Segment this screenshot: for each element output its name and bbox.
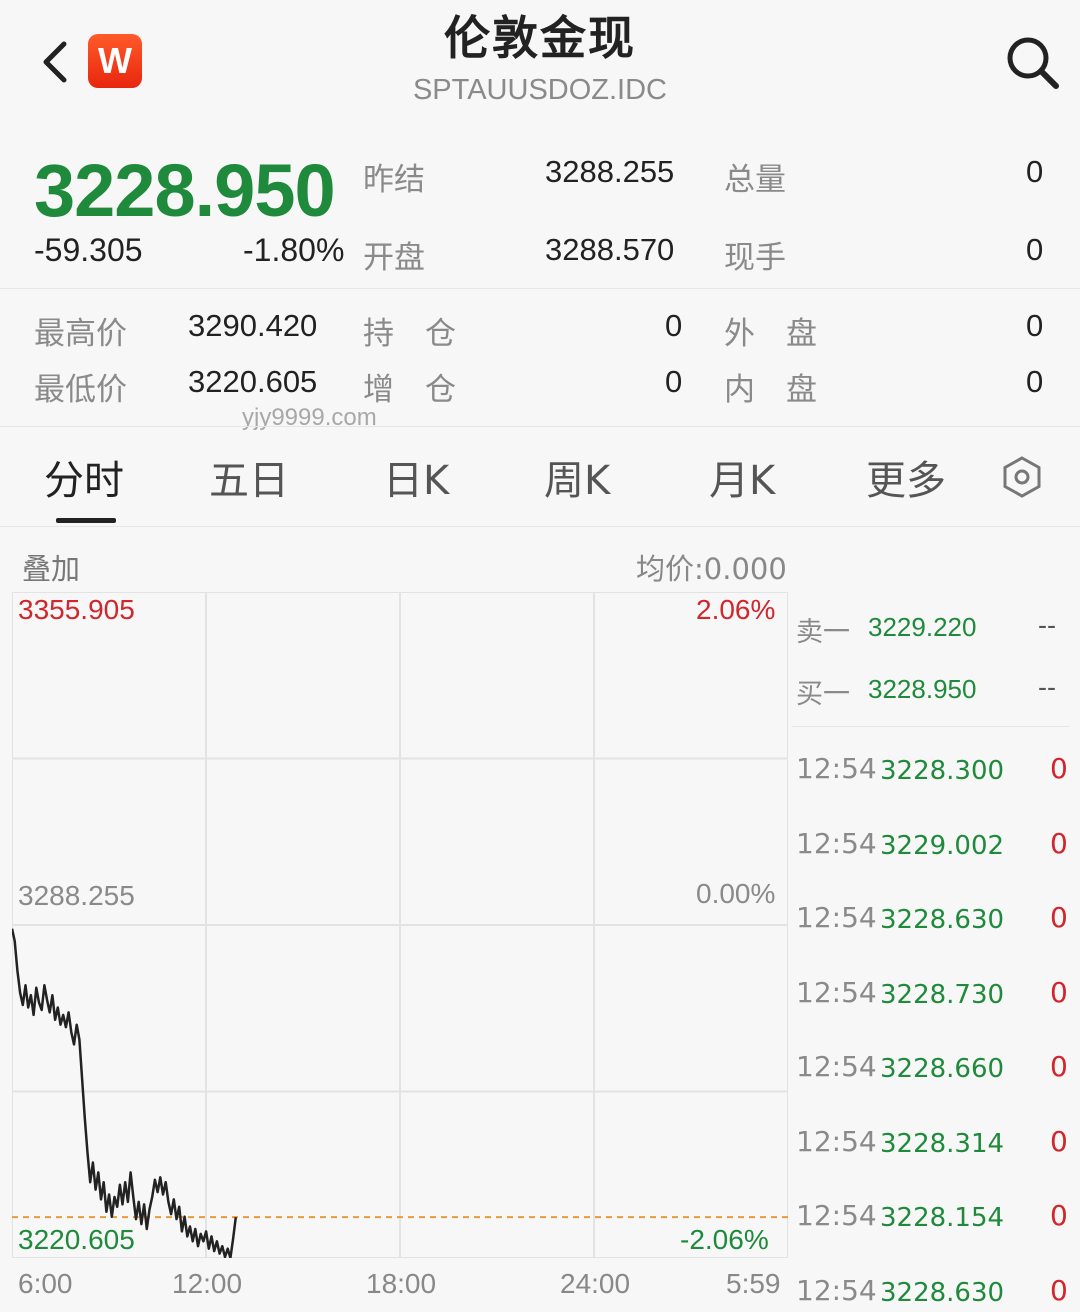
tick-time: 12:54 — [796, 752, 877, 785]
watermark: yjy9999.com — [242, 404, 377, 431]
pos-change-value: 0 — [665, 364, 683, 399]
bid-volume: -- — [1038, 672, 1056, 702]
tab-more[interactable]: 更多 — [866, 448, 946, 506]
low-label: 最低价 — [34, 372, 127, 408]
pct-mid-label: 0.00% — [696, 878, 776, 909]
app-header: W 伦敦金现 SPTAUUSDOZ.IDC — [0, 0, 1080, 130]
x-tick-0600: 6:00 — [18, 1268, 73, 1299]
active-tab-indicator — [56, 518, 116, 523]
tick-time: 12:54 — [796, 901, 877, 934]
x-tick-2400: 24:00 — [560, 1268, 631, 1299]
volume-label: 总量 — [724, 162, 786, 198]
bid-label: 买一 — [796, 679, 850, 709]
ask-price: 3229.220 — [868, 612, 977, 642]
tick-price: 3228.630 — [880, 1278, 1005, 1308]
ask-label: 卖一 — [796, 617, 850, 647]
tab-five-day[interactable]: 五日 — [209, 448, 289, 506]
tick-row: 12:54 3228.300 0 — [792, 740, 1072, 800]
volume-value: 0 — [1026, 154, 1044, 189]
tick-volume: 0 — [1050, 1125, 1068, 1158]
tick-price: 3228.630 — [880, 905, 1005, 935]
tick-price: 3228.300 — [880, 756, 1005, 786]
tick-time: 12:54 — [796, 1050, 877, 1083]
tick-row: 12:54 3228.154 0 — [792, 1187, 1072, 1247]
ask-volume: -- — [1038, 610, 1056, 640]
tick-price: 3229.002 — [880, 831, 1005, 861]
x-tick-1800: 18:00 — [366, 1268, 437, 1299]
pos-change-label: 增 仓 — [363, 372, 456, 408]
x-tick-1200: 12:00 — [172, 1268, 243, 1299]
pct-max-label: 2.06% — [696, 594, 776, 625]
outer-value: 0 — [1026, 308, 1044, 343]
tab-daily-k[interactable]: 日K — [383, 448, 449, 506]
tick-price: 3228.314 — [880, 1129, 1005, 1159]
position-value: 0 — [665, 308, 683, 343]
tick-volume: 0 — [1050, 1274, 1068, 1307]
summary-divider — [0, 288, 1080, 289]
tick-volume: 0 — [1050, 752, 1068, 785]
tick-row: 12:54 3228.730 0 — [792, 964, 1072, 1024]
outer-label: 外 盘 — [724, 316, 817, 352]
open-label: 开盘 — [363, 240, 425, 276]
high-value: 3290.420 — [188, 308, 318, 343]
tick-price: 3228.154 — [880, 1203, 1005, 1233]
tick-price: 3228.660 — [880, 1054, 1005, 1084]
tick-time: 12:54 — [796, 1199, 877, 1232]
tick-row: 12:54 3228.314 0 — [792, 1113, 1072, 1173]
inner-label: 内 盘 — [724, 372, 817, 408]
tabs-top-divider — [0, 426, 1080, 427]
tick-list[interactable]: 12:54 3228.300 0 12:54 3229.002 0 12:54 … — [792, 740, 1072, 1312]
tick-row: 12:54 3228.630 0 — [792, 889, 1072, 949]
tick-volume: 0 — [1050, 1050, 1068, 1083]
current-hand-value: 0 — [1026, 232, 1044, 267]
inner-value: 0 — [1026, 364, 1044, 399]
open-value: 3288.570 — [545, 232, 675, 267]
tick-volume: 0 — [1050, 976, 1068, 1009]
tick-time: 12:54 — [796, 827, 877, 860]
price-change-pct: -1.80% — [243, 232, 345, 268]
page-title: 伦敦金现 — [444, 11, 636, 65]
tick-volume: 0 — [1050, 827, 1068, 860]
tick-time: 12:54 — [796, 976, 877, 1009]
high-label: 最高价 — [34, 316, 127, 352]
pct-min-label: -2.06% — [680, 1224, 769, 1255]
overlay-button[interactable]: 叠加 — [22, 546, 80, 588]
price-change: -59.305 — [34, 232, 143, 268]
tab-intraday[interactable]: 分时 — [44, 448, 124, 506]
tick-volume: 0 — [1050, 901, 1068, 934]
tab-weekly-k[interactable]: 周K — [544, 448, 610, 506]
price-line — [12, 928, 238, 1258]
y-max-label: 3355.905 — [18, 594, 135, 625]
current-hand-label: 现手 — [724, 240, 786, 276]
tick-time: 12:54 — [796, 1125, 877, 1158]
tick-row: 12:54 3229.002 0 — [792, 815, 1072, 875]
position-label: 持 仓 — [363, 316, 456, 352]
order-book-divider — [792, 726, 1070, 727]
chart-grid — [12, 592, 788, 1258]
y-mid-label: 3288.255 — [18, 880, 135, 911]
prev-close-label: 昨结 — [363, 162, 425, 198]
search-icon[interactable] — [1004, 34, 1060, 90]
settings-hexagon-icon[interactable] — [1000, 455, 1044, 499]
tick-row: 12:54 3228.660 0 — [792, 1038, 1072, 1098]
low-value: 3220.605 — [188, 364, 318, 399]
tick-time: 12:54 — [796, 1274, 877, 1307]
bid-price: 3228.950 — [868, 674, 977, 704]
tabs-bottom-divider — [0, 526, 1080, 527]
prev-close-value: 3288.255 — [545, 154, 675, 189]
intraday-chart[interactable] — [12, 592, 788, 1258]
x-tick-0559: 5:59 — [726, 1268, 781, 1299]
symbol-code: SPTAUUSDOZ.IDC — [412, 74, 668, 106]
avg-price-label: 均价:0.000 — [636, 552, 787, 586]
last-price: 3228.950 — [34, 149, 336, 232]
tick-price: 3228.730 — [880, 980, 1005, 1010]
y-min-label: 3220.605 — [18, 1224, 135, 1255]
tick-row: 12:54 3228.630 0 — [792, 1262, 1072, 1312]
tick-volume: 0 — [1050, 1199, 1068, 1232]
tab-monthly-k[interactable]: 月K — [709, 448, 775, 506]
